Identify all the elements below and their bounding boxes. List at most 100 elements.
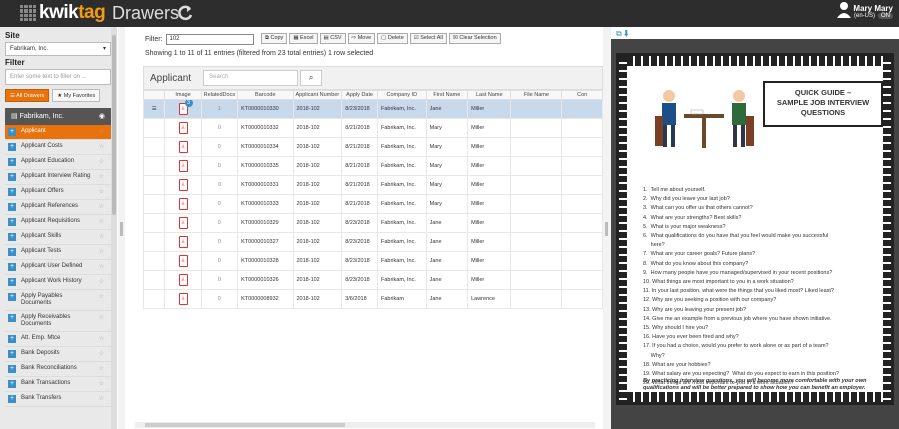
table-row[interactable]: ⅄ 0 KT0000010329 2018-102 8/23/2018 Fabrikam,… [142, 213, 603, 233]
kwiktag-logo[interactable]: kwiktag [20, 2, 106, 23]
delete-button[interactable]: ▢ Delete [377, 33, 408, 44]
drawer-filter-input[interactable]: Enter some text to filter on ... [5, 69, 111, 85]
sidebar-item[interactable]: + Bank Deposits ☆ [5, 347, 111, 362]
plus-icon[interactable]: + [8, 143, 16, 151]
move-button[interactable]: ⇨ Move [347, 33, 376, 44]
plus-icon[interactable]: + [8, 350, 16, 358]
plus-icon[interactable]: + [8, 158, 16, 166]
favorite-star-icon[interactable]: ☆ [99, 173, 104, 180]
plus-icon[interactable]: + [8, 365, 16, 373]
sidebar-item[interactable]: + Applicant Work History ☆ [5, 275, 111, 290]
sidebar-item[interactable]: + Apply Receivables Documents ☆ [5, 311, 111, 332]
row-menu-icon[interactable] [142, 213, 166, 233]
pdf-icon[interactable]: ⅄ [164, 213, 202, 233]
open-external-icon[interactable]: ⧉ [616, 29, 622, 38]
row-menu-icon[interactable]: ☰ [142, 99, 166, 119]
plus-icon[interactable]: + [8, 188, 16, 196]
sidebar-item[interactable]: + Applicant Offers ☆ [5, 185, 111, 200]
pdf-icon[interactable]: ⅄ [164, 289, 202, 309]
row-menu-icon[interactable] [142, 118, 166, 138]
row-menu-icon[interactable] [142, 251, 166, 271]
tab-my-favorites[interactable]: ★ My Favorites [52, 89, 101, 102]
sidebar-item[interactable]: + Applicant Interview Rating ☆ [5, 170, 111, 185]
column-header[interactable]: Barcode [237, 90, 294, 100]
pdf-icon[interactable]: ⅄ [164, 118, 202, 138]
copy-button[interactable]: ⧉ Copy [261, 33, 288, 44]
sidebar-item[interactable]: + Applicant Tests ☆ [5, 245, 111, 260]
user-menu[interactable]: Mary Mary (en-US) ON [853, 2, 893, 19]
sidebar-scrollbar-thumb[interactable] [112, 35, 116, 215]
sidebar-item[interactable]: + Bank Transfers ☆ [5, 392, 111, 407]
sidebar-item[interactable]: + Applicant References ☆ [5, 200, 111, 215]
pdf-icon[interactable]: ⅄ [164, 137, 202, 157]
table-row[interactable]: ⅄ 0 KT0000010333 2018-102 8/21/2018 Fabrikam,… [142, 194, 603, 214]
favorite-star-icon[interactable]: ☆ [99, 365, 104, 372]
sidebar-item[interactable]: + Bank Reconciliations ☆ [5, 362, 111, 377]
row-menu-icon[interactable] [142, 175, 166, 195]
favorite-star-icon[interactable]: ☆ [99, 278, 104, 285]
favorite-star-icon[interactable]: ☆ [99, 233, 104, 240]
favorite-star-icon[interactable]: ☆ [99, 158, 104, 165]
splitter-grip-right[interactable] [605, 222, 608, 236]
row-menu-icon[interactable] [142, 270, 166, 290]
pdf-icon[interactable]: ⅄ [164, 156, 202, 176]
eye-icon[interactable]: ◉ [99, 112, 105, 120]
sidebar-item[interactable]: + Apply Payables Documents ☆ [5, 290, 111, 311]
row-menu-icon[interactable] [142, 194, 166, 214]
favorite-star-icon[interactable]: ☆ [99, 188, 104, 195]
download-icon[interactable]: ⬇ [624, 29, 629, 38]
user-avatar-icon[interactable] [837, 2, 851, 18]
plus-icon[interactable]: + [8, 218, 16, 226]
sidebar-item[interactable]: + Applicant User Defined ☆ [5, 260, 111, 275]
favorite-star-icon[interactable]: ☆ [99, 395, 104, 402]
column-header[interactable]: Image [164, 90, 202, 100]
excel-button[interactable]: ▦ Excel [289, 33, 318, 44]
pdf-icon[interactable]: ⅄ [164, 175, 202, 195]
favorite-star-icon[interactable]: ☆ [99, 143, 104, 150]
plus-icon[interactable]: + [8, 248, 16, 256]
left-splitter[interactable] [118, 27, 125, 429]
splitter-grip[interactable] [120, 222, 123, 236]
sidebar-item[interactable]: + Applicant Skills ☆ [5, 230, 111, 245]
plus-icon[interactable]: + [8, 233, 16, 241]
search-icon[interactable]: ⌕ [300, 70, 323, 86]
sidebar-item[interactable]: + Att. Emp. Mtce ☆ [5, 332, 111, 347]
site-select[interactable]: Fabrikam, Inc. [5, 42, 111, 56]
sidebar-item[interactable]: + Bank Transactions ☆ [5, 377, 111, 392]
sidebar-item[interactable]: + Applicant Costs ☆ [5, 140, 111, 155]
plus-icon[interactable]: + [8, 335, 16, 343]
favorite-star-icon[interactable]: ☆ [99, 128, 104, 135]
column-header[interactable]: Apply Date [341, 90, 378, 100]
column-header[interactable]: Applicant Number [292, 90, 343, 100]
column-header[interactable]: First Name [425, 90, 469, 100]
column-header[interactable]: File Name [510, 90, 563, 100]
plus-icon[interactable]: + [8, 395, 16, 403]
pdf-icon[interactable]: ⅄ [164, 251, 202, 271]
grid-filter-input[interactable]: 102 [165, 33, 254, 45]
table-row[interactable]: ☰ ⅄ 3 1 KT0000010330 2018-102 8/23/2018 Fabrika… [142, 99, 603, 119]
favorite-star-icon[interactable]: ☆ [99, 335, 104, 342]
table-row[interactable]: ⅄ 0 KT0000010335 2018-102 8/21/2018 Fabrikam,… [142, 156, 603, 176]
drawer-group-header[interactable]: ▤ Fabrikam, Inc. ◉ [5, 108, 111, 125]
column-header[interactable]: RelatedDocs [200, 90, 239, 100]
sidebar-item[interactable]: + Applicant ☆ [5, 125, 111, 140]
sidebar-item[interactable]: + Applicant Requisitions ☆ [5, 215, 111, 230]
favorite-star-icon[interactable]: ☆ [99, 380, 104, 387]
favorite-star-icon[interactable]: ☆ [99, 293, 104, 300]
plus-icon[interactable]: + [8, 314, 16, 322]
select-all-button[interactable]: ☑ Select All [409, 33, 447, 44]
favorite-star-icon[interactable]: ☆ [99, 248, 104, 255]
csv-button[interactable]: ▤ CSV [319, 33, 346, 44]
favorite-star-icon[interactable]: ☆ [99, 203, 104, 210]
row-menu-icon[interactable] [142, 289, 166, 309]
pdf-icon[interactable]: ⅄ [164, 194, 202, 214]
plus-icon[interactable]: + [8, 278, 16, 286]
plus-icon[interactable]: + [8, 263, 16, 271]
table-row[interactable]: ⅄ 0 KT0000010327 2018-102 8/23/2018 Fabrikam,… [142, 232, 603, 252]
favorite-star-icon[interactable]: ☆ [99, 314, 104, 321]
table-row[interactable]: ⅄ 0 KT0000010334 2018-102 8/21/2018 Fabrikam,… [142, 137, 603, 157]
pdf-icon[interactable]: ⅄ [164, 270, 202, 290]
sidebar-item[interactable]: + Applicant Education ☆ [5, 155, 111, 170]
tab-all-drawers[interactable]: ☰ All Drawers [5, 89, 50, 102]
row-menu-icon[interactable] [142, 137, 166, 157]
